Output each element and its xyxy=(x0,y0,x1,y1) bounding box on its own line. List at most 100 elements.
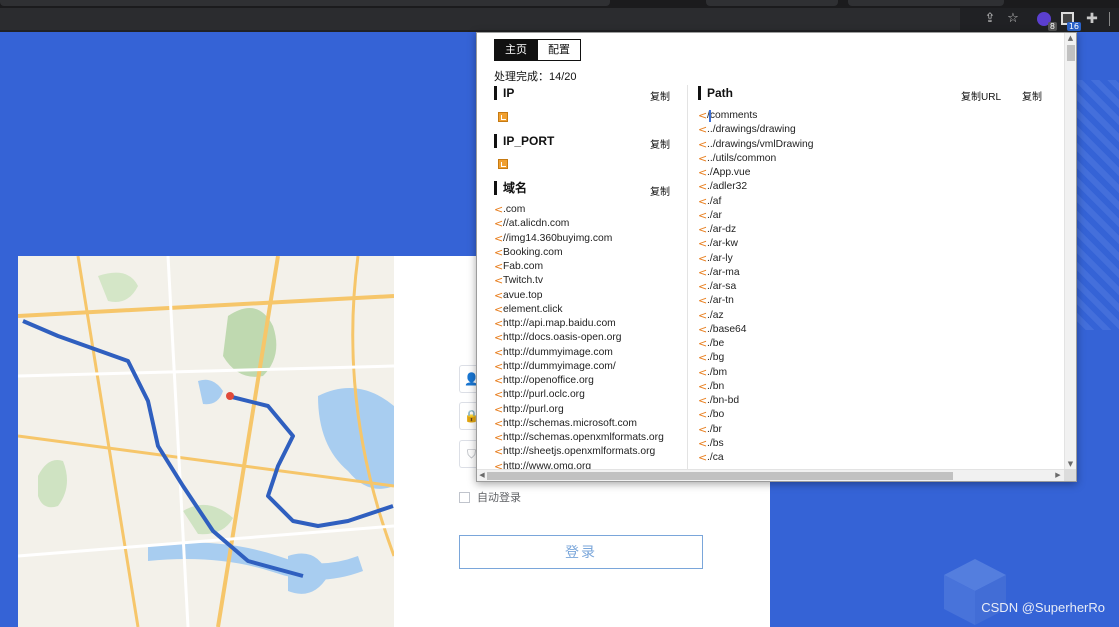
list-item[interactable]: < ./adler32 xyxy=(698,180,813,194)
chevron-left-icon: < xyxy=(698,351,708,365)
list-item-text: ./be xyxy=(707,338,725,349)
list-item[interactable]: </comments xyxy=(698,109,813,123)
chevron-left-icon: < xyxy=(698,208,708,222)
list-item-text: ./ar-kw xyxy=(707,238,738,250)
list-item[interactable]: < ./ar-tn xyxy=(698,294,813,308)
list-item[interactable]: < ../drawings/vmlDrawing xyxy=(698,138,813,152)
list-item[interactable]: < ./ar-kw xyxy=(698,237,813,251)
list-item[interactable]: < http://purl.oclc.org xyxy=(494,388,664,402)
list-item-text: http://purl.oclc.org xyxy=(503,389,585,401)
chevron-left-icon: < xyxy=(698,123,708,137)
ipport-copy-button[interactable]: 复制 xyxy=(650,136,670,151)
ip-empty-icon xyxy=(498,112,508,122)
address-bar[interactable] xyxy=(0,8,960,30)
domain-section-header: 域名 复制 xyxy=(494,181,688,198)
scroll-down-icon[interactable]: ▼ xyxy=(1065,459,1076,469)
tab-home[interactable]: 主页 xyxy=(494,39,538,61)
puzzle-icon[interactable]: ✚ xyxy=(1084,11,1100,27)
browser-menu-icon[interactable] xyxy=(1104,11,1114,27)
remember-me[interactable]: 自动登录 xyxy=(459,489,521,505)
list-item[interactable]: < http://docs.oasis-open.org xyxy=(494,331,664,345)
star-icon[interactable]: ☆ xyxy=(1005,11,1021,27)
list-item[interactable]: < ./bg xyxy=(698,351,813,365)
list-item[interactable]: < ./ar-ly xyxy=(698,252,813,266)
list-item[interactable]: < ./bn xyxy=(698,380,813,394)
list-item[interactable]: < Fab.com xyxy=(494,260,664,274)
ip-copy-button[interactable]: 复制 xyxy=(650,88,670,103)
list-item[interactable]: <//at.alicdn.com xyxy=(494,217,664,231)
list-item[interactable]: < http://dummyimage.com/ xyxy=(494,360,664,374)
extension-findsomething-icon[interactable]: 16 xyxy=(1060,11,1081,31)
chevron-left-icon: < xyxy=(494,374,504,387)
list-item[interactable]: < Booking.com xyxy=(494,246,664,260)
list-item[interactable]: < http://api.map.baidu.com xyxy=(494,317,664,331)
list-item[interactable]: < http://dummyimage.com xyxy=(494,346,664,360)
list-item[interactable]: < ./ca xyxy=(698,451,813,465)
list-item[interactable]: < ./ar-ma xyxy=(698,266,813,280)
extension-purple-icon[interactable]: 8 xyxy=(1036,11,1057,31)
list-item-text: ./bm xyxy=(707,366,728,378)
browser-tab[interactable] xyxy=(706,0,838,6)
watermark: CSDN @SuperherRo xyxy=(981,600,1105,615)
list-item-text: http://api.map.baidu.com xyxy=(503,318,616,329)
list-item[interactable]: < ../drawings/drawing xyxy=(698,123,813,137)
list-item[interactable]: < http://purl.org xyxy=(494,403,664,417)
list-item[interactable]: < http://www.omg.org xyxy=(494,460,664,470)
scrollbar-thumb[interactable] xyxy=(1067,45,1075,61)
list-item[interactable]: < ./bo xyxy=(698,408,813,422)
list-item[interactable]: < element.click xyxy=(494,303,664,317)
scroll-right-icon[interactable]: ▶ xyxy=(1053,470,1063,481)
chevron-left-icon: < xyxy=(698,251,708,265)
chevron-left-icon: < xyxy=(698,109,708,122)
list-item[interactable]: < Twitch.tv xyxy=(494,274,664,288)
scroll-up-icon[interactable]: ▲ xyxy=(1065,33,1076,43)
list-item[interactable]: < ./bs xyxy=(698,437,813,451)
list-item[interactable]: < ./az xyxy=(698,309,813,323)
list-item[interactable]: < ./base64 xyxy=(698,323,813,337)
list-item[interactable]: < http://schemas.openxmlformats.org xyxy=(494,431,664,445)
share-icon[interactable]: ⇪ xyxy=(982,11,998,27)
chevron-left-icon: < xyxy=(698,180,708,194)
list-item[interactable]: < ../utils/common xyxy=(698,152,813,166)
chevron-left-icon: < xyxy=(698,294,708,308)
chevron-left-icon: < xyxy=(698,422,708,436)
list-item[interactable]: < ./be xyxy=(698,337,813,351)
list-item[interactable]: < avue.top xyxy=(494,289,664,303)
list-item[interactable]: < ./ar-sa xyxy=(698,280,813,294)
vertical-scrollbar[interactable]: ▲ ▼ xyxy=(1064,33,1076,469)
list-item[interactable]: < ./br xyxy=(698,423,813,437)
remember-checkbox[interactable] xyxy=(459,491,470,503)
horizontal-scrollbar[interactable]: ◀ ▶ xyxy=(477,469,1065,481)
tab-strip xyxy=(0,0,1119,8)
list-item[interactable]: <//img14.360buyimg.com xyxy=(494,232,664,246)
login-button[interactable]: 登录 xyxy=(459,535,703,569)
chevron-left-icon: < xyxy=(494,388,504,402)
list-item-text: ./ar-ly xyxy=(707,252,733,264)
path-copy-url-button[interactable]: 复制URL xyxy=(961,88,1001,103)
list-item[interactable]: < http://openoffice.org xyxy=(494,374,664,388)
tab-config[interactable]: 配置 xyxy=(538,39,581,61)
scroll-left-icon[interactable]: ◀ xyxy=(477,470,487,481)
list-item-text: http://openoffice.org xyxy=(503,375,594,386)
domain-section-title: 域名 xyxy=(494,181,527,195)
list-item[interactable]: < ./bn-bd xyxy=(698,394,813,408)
list-item-text: ../utils/common xyxy=(707,152,777,164)
list-item[interactable]: < http://schemas.microsoft.com xyxy=(494,417,664,431)
list-item[interactable]: < .com xyxy=(494,203,664,217)
list-item[interactable]: < ./bm xyxy=(698,366,813,380)
scrollbar-thumb[interactable] xyxy=(487,472,953,480)
list-item[interactable]: < ./App.vue xyxy=(698,166,813,180)
list-item[interactable]: < ./af xyxy=(698,195,813,209)
list-item[interactable]: < http://sheetjs.openxmlformats.org xyxy=(494,445,664,459)
list-item[interactable]: < ./ar-dz xyxy=(698,223,813,237)
progress-text: 处理完成：14/20 xyxy=(494,71,577,83)
path-copy-button[interactable]: 复制 xyxy=(1022,88,1042,103)
list-item[interactable]: < ./ar xyxy=(698,209,813,223)
browser-toolbar: ⇪ ☆ 8 16 ✚ xyxy=(0,0,1119,32)
list-item-text: Fab.com xyxy=(503,261,544,272)
list-item-text: http://schemas.microsoft.com xyxy=(503,417,637,429)
browser-tab[interactable] xyxy=(848,0,1004,6)
browser-tab[interactable] xyxy=(0,0,610,6)
path-section-title: Path xyxy=(698,86,733,100)
domain-copy-button[interactable]: 复制 xyxy=(650,183,670,198)
